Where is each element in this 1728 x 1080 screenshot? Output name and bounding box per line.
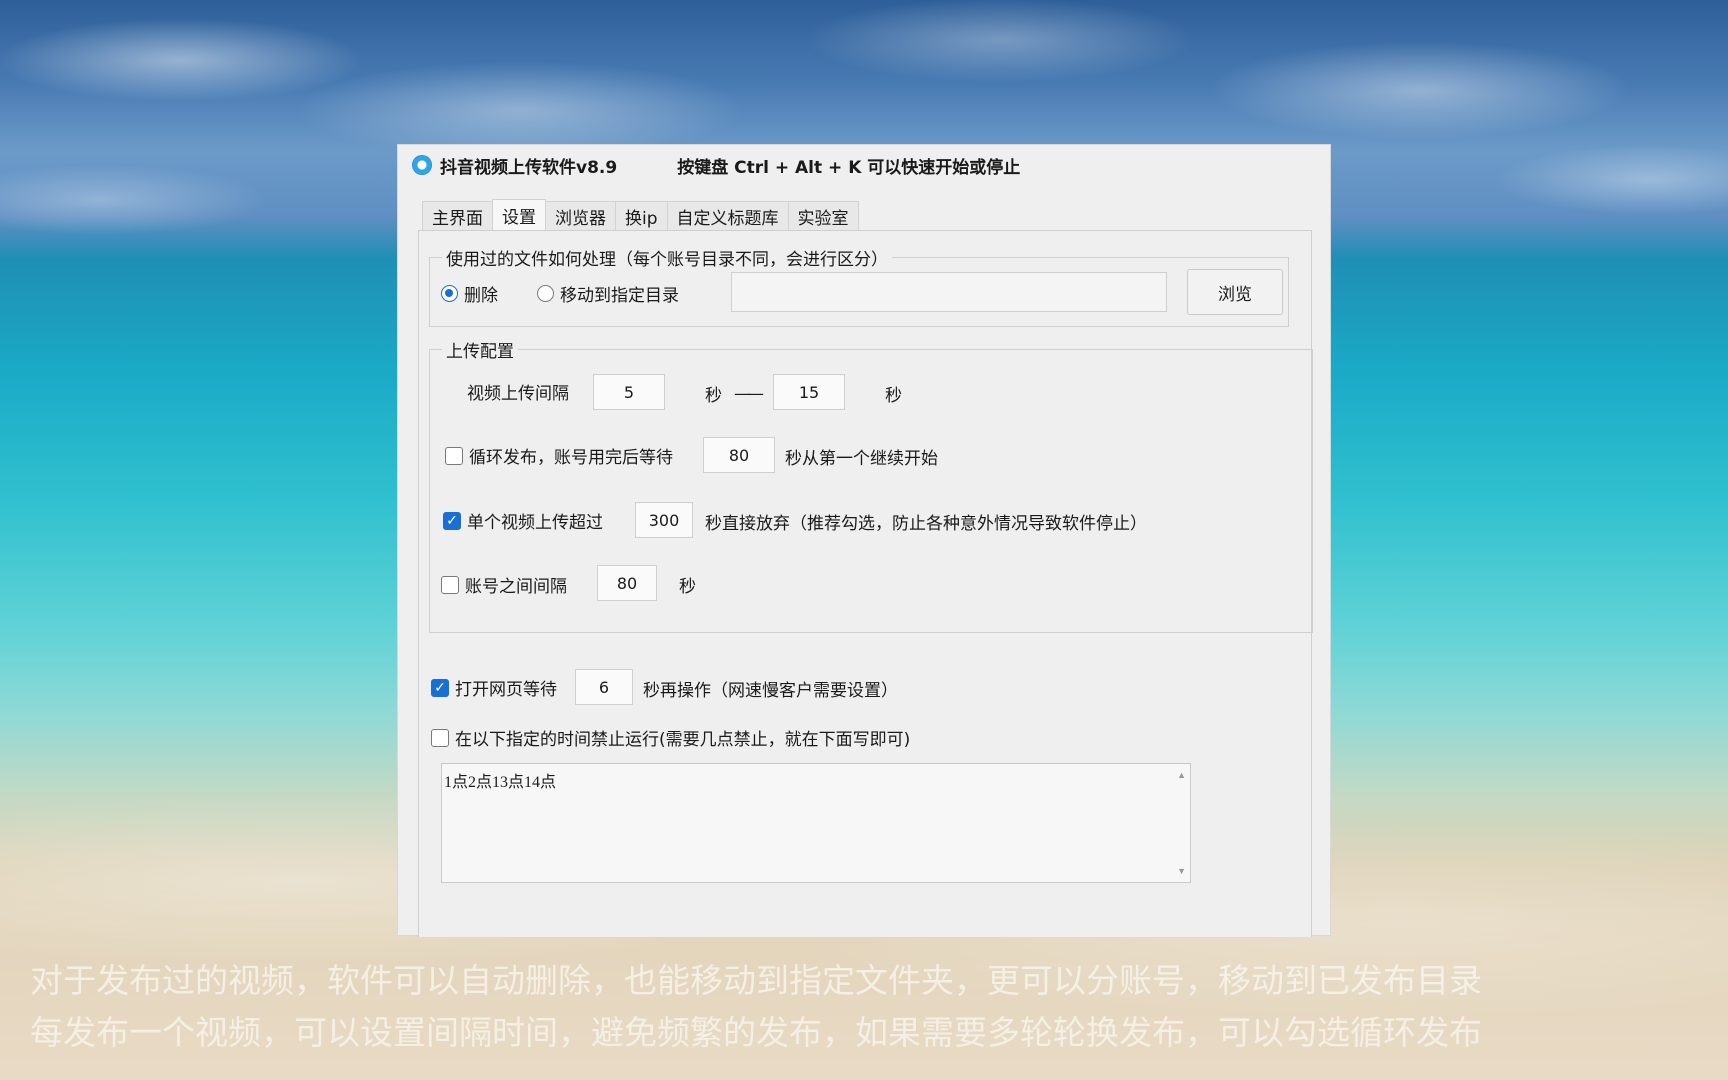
scroll-down-icon[interactable]: ▼ xyxy=(1177,866,1186,876)
tab-custom-titles[interactable]: 自定义标题库 xyxy=(666,201,789,231)
file-handling-legend: 使用过的文件如何处理（每个账号目录不同，会进行区分） xyxy=(446,250,888,270)
interval-row: 视频上传间隔 xyxy=(467,379,569,404)
loop-option[interactable]: 循环发布，账号用完后等待 xyxy=(445,443,673,468)
interval-unit-1: 秒 —— xyxy=(705,381,764,407)
account-gap-input[interactable] xyxy=(597,565,657,601)
range-dash: —— xyxy=(734,383,764,404)
page-wait-suffix-row: 秒再操作（网速慢客户需要设置） xyxy=(643,676,898,701)
interval-unit-2: 秒 xyxy=(885,381,902,406)
move-radio[interactable] xyxy=(537,285,554,302)
timeout-suffix: 秒直接放弃（推荐勾选，防止各种意外情况导致软件停止） xyxy=(705,514,1147,534)
forbid-time-value: 1点2点13点14点 xyxy=(444,774,557,791)
caption-line-1: 对于发布过的视频，软件可以自动删除，也能移动到指定文件夹，更可以分账号，移动到已… xyxy=(30,961,1482,1000)
unit-sec-label: 秒 xyxy=(679,577,696,597)
timeout-checkbox[interactable]: ✓ xyxy=(443,511,461,530)
timeout-input[interactable] xyxy=(635,502,693,538)
timeout-option[interactable]: ✓ 单个视频上传超过 xyxy=(443,508,603,533)
page-wait-suffix: 秒再操作（网速慢客户需要设置） xyxy=(643,681,898,701)
delete-option[interactable]: 删除 xyxy=(441,281,498,306)
account-gap-unit: 秒 xyxy=(679,572,696,597)
tab-lab[interactable]: 实验室 xyxy=(787,201,859,231)
page-wait-option[interactable]: ✓ 打开网页等待 xyxy=(431,675,557,700)
forbid-time-textarea[interactable]: 1点2点13点14点 ▲ ▼ xyxy=(441,763,1191,883)
loop-suffix-row: 秒从第一个继续开始 xyxy=(785,444,938,469)
move-option[interactable]: 移动到指定目录 xyxy=(537,281,679,306)
interval-min-input[interactable] xyxy=(593,374,665,410)
loop-checkbox[interactable] xyxy=(445,446,463,465)
delete-label: 删除 xyxy=(464,286,498,306)
caption-line-2: 每发布一个视频，可以设置间隔时间，避免频繁的发布，如果需要多轮轮换发布，可以勾选… xyxy=(30,1013,1482,1052)
interval-label: 视频上传间隔 xyxy=(467,384,569,404)
window-title: 抖音视频上传软件v8.9 xyxy=(440,157,618,178)
settings-window: 抖音视频上传软件v8.9 按键盘 Ctrl + Alt + K 可以快速开始或停… xyxy=(397,144,1331,937)
delete-radio[interactable] xyxy=(441,285,458,302)
browse-button[interactable]: 浏览 xyxy=(1187,269,1283,315)
loop-label: 循环发布，账号用完后等待 xyxy=(469,448,673,468)
loop-wait-input[interactable] xyxy=(703,437,775,473)
page-wait-label: 打开网页等待 xyxy=(455,680,557,700)
upload-config-legend: 上传配置 xyxy=(446,342,514,362)
move-label: 移动到指定目录 xyxy=(560,286,679,306)
account-gap-option[interactable]: 账号之间间隔 xyxy=(441,572,567,597)
unit-sec-label: 秒 xyxy=(705,386,722,406)
forbid-time-checkbox[interactable] xyxy=(431,728,449,747)
scroll-up-icon[interactable]: ▲ xyxy=(1177,770,1186,780)
timeout-label: 单个视频上传超过 xyxy=(467,513,603,533)
page-wait-checkbox[interactable]: ✓ xyxy=(431,678,449,697)
tab-change-ip[interactable]: 换ip xyxy=(615,201,668,231)
timeout-suffix-row: 秒直接放弃（推荐勾选，防止各种意外情况导致软件停止） xyxy=(705,509,1147,534)
move-path-input[interactable] xyxy=(731,272,1167,312)
account-gap-checkbox[interactable] xyxy=(441,575,459,594)
tab-main[interactable]: 主界面 xyxy=(422,201,493,231)
unit-sec-label: 秒 xyxy=(885,386,902,406)
page-wait-input[interactable] xyxy=(575,669,633,705)
forbid-time-label: 在以下指定的时间禁止运行(需要几点禁止，就在下面写即可) xyxy=(455,730,911,750)
forbid-time-option[interactable]: 在以下指定的时间禁止运行(需要几点禁止，就在下面写即可) xyxy=(431,725,910,750)
app-logo-icon xyxy=(412,155,432,175)
settings-panel: 使用过的文件如何处理（每个账号目录不同，会进行区分） 删除 移动到指定目录 浏览… xyxy=(418,230,1313,937)
tab-bar: 主界面 设置 浏览器 换ip 自定义标题库 实验室 xyxy=(422,199,859,231)
interval-max-input[interactable] xyxy=(773,374,845,410)
account-gap-label: 账号之间间隔 xyxy=(465,577,567,597)
loop-suffix: 秒从第一个继续开始 xyxy=(785,449,938,469)
tab-browser[interactable]: 浏览器 xyxy=(545,201,616,231)
tab-settings[interactable]: 设置 xyxy=(492,199,546,231)
hotkey-hint: 按键盘 Ctrl + Alt + K 可以快速开始或停止 xyxy=(677,157,1021,178)
title-bar: 抖音视频上传软件v8.9 按键盘 Ctrl + Alt + K 可以快速开始或停… xyxy=(398,145,1330,185)
